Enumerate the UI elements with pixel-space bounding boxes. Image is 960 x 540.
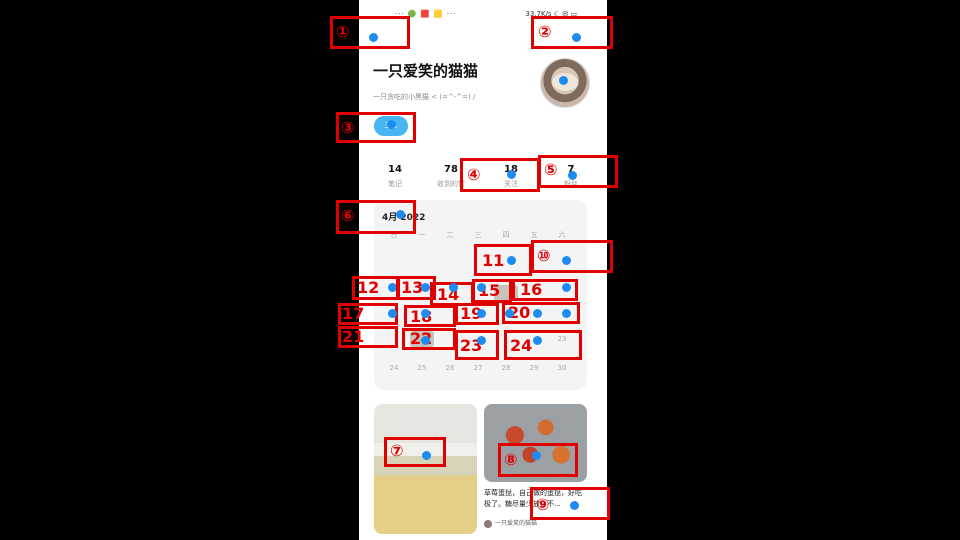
annotation-dot xyxy=(568,171,577,180)
annotation-dot xyxy=(505,309,514,318)
annotation-label: ① xyxy=(336,22,350,41)
weekday-sat: 六 xyxy=(558,231,566,239)
annotation-dot xyxy=(421,283,430,292)
annotation-label: ③ xyxy=(341,118,355,137)
annotation-dot xyxy=(477,283,486,292)
annotation-dot xyxy=(387,120,396,129)
annotation-label: ② xyxy=(538,22,552,41)
annotation-dot xyxy=(477,309,486,318)
annotation-label: 24 xyxy=(510,336,533,355)
annotation-dot xyxy=(559,76,568,85)
annotation-dot xyxy=(388,309,397,318)
annotation-dot xyxy=(533,336,542,345)
annotation-dot xyxy=(422,451,431,460)
calendar-day[interactable]: 27 xyxy=(466,360,490,376)
weekday-fri: 五 xyxy=(530,231,538,239)
annotation-label: ⑥ xyxy=(341,206,355,225)
annotation-label: 13 xyxy=(401,278,424,297)
calendar-day[interactable]: 26 xyxy=(438,360,462,376)
note-cover-image[interactable] xyxy=(374,404,477,534)
annotation-dot xyxy=(477,336,486,345)
annotation-dot xyxy=(449,283,458,292)
calendar-day[interactable]: 28 xyxy=(494,360,518,376)
annotation-dot xyxy=(562,256,571,265)
weekday-tue: 二 xyxy=(446,231,454,239)
annotation-label: 12 xyxy=(357,278,380,297)
annotation-dot xyxy=(562,283,571,292)
note-author-name: 一只爱笑的猫猫 xyxy=(495,520,538,527)
annotation-dot xyxy=(572,33,581,42)
annotation-dot xyxy=(532,451,541,460)
annotation-label: 11 xyxy=(482,251,505,270)
annotation-dot xyxy=(562,309,571,318)
annotation-label: ⑤ xyxy=(544,160,558,179)
author-avatar xyxy=(484,519,492,528)
calendar-day[interactable]: 29 xyxy=(522,360,546,376)
annotation-dot xyxy=(369,33,378,42)
annotation-dot xyxy=(507,256,516,265)
annotation-label: ⑩ xyxy=(537,246,551,265)
annotation-dot xyxy=(533,309,542,318)
annotation-label: ④ xyxy=(467,165,481,184)
annotation-label: ⑧ xyxy=(504,450,518,469)
stat-notes[interactable]: 14 笔记 xyxy=(371,164,419,189)
annotation-label: 16 xyxy=(520,280,543,299)
stat-notes-label: 笔记 xyxy=(388,180,402,188)
profile-bio: 一只贪吃的小黑猫 < (=^-^=) / xyxy=(373,93,476,101)
profile-name: 一只爱笑的猫猫 xyxy=(373,62,479,80)
calendar-day[interactable]: 25 xyxy=(410,360,434,376)
stat-notes-count: 14 xyxy=(388,164,402,175)
annotation-label: ⑦ xyxy=(390,441,404,460)
calendar-day[interactable]: 30 xyxy=(550,360,574,376)
annotation-dot xyxy=(421,309,430,318)
weekday-wed: 三 xyxy=(474,231,482,239)
annotation-dot xyxy=(570,501,579,510)
annotation-label: 17 xyxy=(342,304,365,323)
annotation-dot xyxy=(507,170,516,179)
annotation-label: ⑨ xyxy=(536,495,550,514)
annotation-dot xyxy=(421,336,430,345)
annotation-label: 21 xyxy=(342,327,365,346)
weekday-thu: 四 xyxy=(502,231,510,239)
calendar-day[interactable]: 24 xyxy=(382,360,406,376)
annotation-dot xyxy=(396,210,405,219)
